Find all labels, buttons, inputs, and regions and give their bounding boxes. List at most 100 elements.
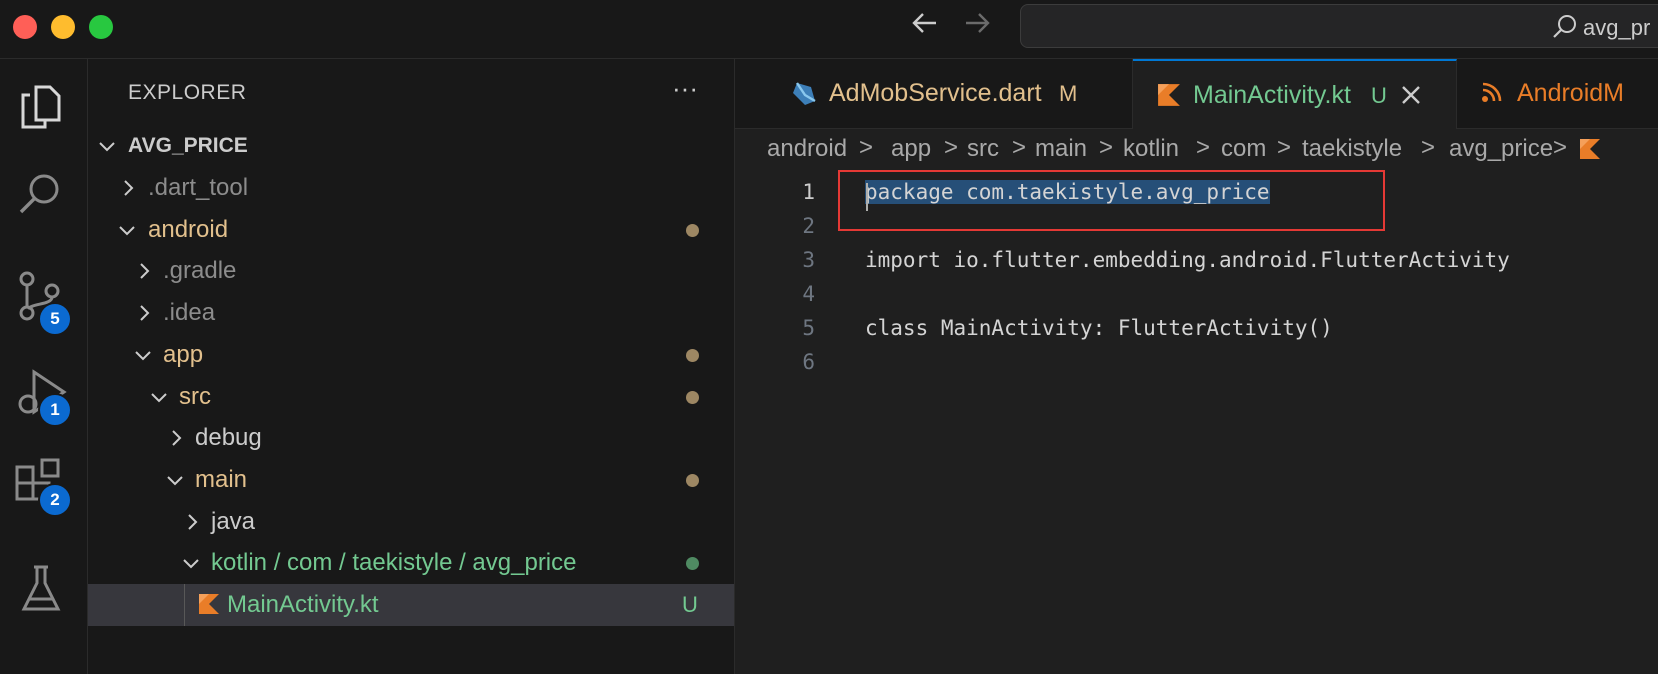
search-icon[interactable] bbox=[14, 169, 68, 223]
tree-item-android[interactable]: android bbox=[88, 209, 734, 251]
tree-item-mainactivity[interactable]: MainActivity.kt U bbox=[88, 584, 734, 626]
tree-item-label: android bbox=[148, 216, 229, 243]
tab-androidmanifest[interactable]: AndroidM bbox=[1457, 59, 1658, 129]
kotlin-icon bbox=[1157, 83, 1183, 109]
breadcrumb-separator: > bbox=[1012, 134, 1027, 161]
code-line[interactable]: 5 class MainActivity: FlutterActivity() bbox=[735, 312, 1658, 348]
root-folder-label: AVG_PRICE bbox=[128, 134, 248, 157]
annotation-highlight-box bbox=[838, 170, 1385, 231]
arrow-right-icon[interactable] bbox=[962, 8, 992, 48]
code-line[interactable]: 6 bbox=[735, 346, 1658, 382]
code-line[interactable]: 3 import io.flutter.embedding.android.Fl… bbox=[735, 244, 1658, 280]
untracked-status: U bbox=[682, 592, 698, 617]
breadcrumb-separator: > bbox=[1421, 134, 1436, 161]
tab-status: M bbox=[1059, 81, 1078, 106]
breadcrumb-item[interactable]: main bbox=[1035, 135, 1087, 163]
line-number: 4 bbox=[802, 282, 815, 306]
modified-dot bbox=[686, 349, 699, 362]
tree-item-label: MainActivity.kt bbox=[227, 591, 379, 618]
chevron-down-icon bbox=[180, 552, 202, 574]
title-bar: avg_pr bbox=[0, 0, 1658, 59]
tree-item-main[interactable]: main bbox=[88, 459, 734, 501]
tree-item-app[interactable]: app bbox=[88, 334, 734, 376]
tab-label: AdMobService.dart bbox=[829, 79, 1042, 107]
line-number: 5 bbox=[802, 316, 815, 340]
line-number: 1 bbox=[802, 180, 815, 204]
tree-item-src[interactable]: src bbox=[88, 376, 734, 418]
text-cursor bbox=[866, 183, 868, 211]
breadcrumb-separator: > bbox=[859, 134, 874, 161]
extensions-badge: 2 bbox=[38, 483, 72, 517]
tab-label: MainActivity.kt bbox=[1193, 81, 1351, 109]
chevron-down-icon bbox=[96, 135, 118, 157]
modified-dot bbox=[686, 391, 699, 404]
tab-status: U bbox=[1371, 83, 1387, 108]
breadcrumb-separator: > bbox=[1099, 134, 1114, 161]
tree-item-label: .idea bbox=[163, 299, 216, 326]
chevron-right-icon bbox=[134, 302, 156, 324]
breadcrumb-item[interactable]: src bbox=[967, 135, 999, 163]
line-number: 2 bbox=[802, 214, 815, 238]
tab-mainactivity[interactable]: MainActivity.kt U bbox=[1133, 59, 1457, 129]
explorer-sidebar: EXPLORER ··· AVG_PRICE .dart_tool androi… bbox=[88, 59, 735, 674]
root-folder[interactable]: AVG_PRICE bbox=[88, 125, 734, 167]
tab-admobservice[interactable]: AdMobService.dart M bbox=[763, 59, 1133, 129]
breadcrumb-item[interactable]: kotlin bbox=[1123, 135, 1179, 163]
breadcrumb-separator: > bbox=[1196, 134, 1211, 161]
code-line[interactable]: 4 bbox=[735, 278, 1658, 314]
explorer-header: EXPLORER bbox=[128, 81, 247, 104]
tree-item-label: debug bbox=[195, 424, 262, 451]
breadcrumb-item[interactable]: com bbox=[1221, 135, 1266, 163]
chevron-down-icon bbox=[116, 219, 138, 241]
maximize-window-button[interactable] bbox=[89, 15, 113, 39]
kotlin-icon bbox=[1579, 138, 1601, 167]
tree-item-label: app bbox=[163, 341, 204, 368]
activity-bar: 5 1 2 bbox=[0, 59, 88, 674]
breadcrumb-item[interactable]: taekistyle bbox=[1302, 135, 1402, 163]
close-window-button[interactable] bbox=[13, 15, 37, 39]
beaker-icon[interactable] bbox=[14, 563, 68, 617]
command-center[interactable]: avg_pr bbox=[1020, 4, 1658, 48]
line-number: 3 bbox=[802, 248, 815, 272]
editor-area: AdMobService.dart M MainActivity.kt U An… bbox=[735, 59, 1658, 674]
code-text[interactable]: import io.flutter.embedding.android.Flut… bbox=[865, 248, 1510, 272]
breadcrumb-separator: > bbox=[1553, 134, 1568, 161]
breadcrumb-item[interactable]: avg_price bbox=[1449, 135, 1553, 163]
tree-item-java[interactable]: java bbox=[88, 501, 734, 543]
dart-icon bbox=[791, 81, 817, 107]
line-number: 6 bbox=[802, 350, 815, 374]
ellipsis-icon[interactable]: ··· bbox=[672, 73, 698, 104]
tree-item-idea[interactable]: .idea bbox=[88, 292, 734, 334]
indent-guide bbox=[184, 584, 185, 626]
chevron-down-icon bbox=[148, 386, 170, 408]
chevron-right-icon bbox=[182, 511, 204, 533]
tree-item-label: kotlin / com / taekistyle / avg_price bbox=[211, 549, 577, 576]
close-icon[interactable] bbox=[1399, 77, 1423, 115]
tree-item-label: src bbox=[179, 383, 211, 410]
modified-dot bbox=[686, 224, 699, 237]
tree-item-label: main bbox=[195, 466, 248, 493]
breadcrumb-separator: > bbox=[944, 134, 959, 161]
tree-item-debug[interactable]: debug bbox=[88, 417, 734, 459]
chevron-right-icon bbox=[166, 427, 188, 449]
tree-item-label: .gradle bbox=[163, 257, 237, 284]
arrow-left-icon[interactable] bbox=[910, 8, 940, 48]
tree-item-kotlin[interactable]: kotlin / com / taekistyle / avg_price bbox=[88, 542, 734, 584]
breadcrumb-item[interactable]: app bbox=[891, 135, 931, 163]
tree-item-dart-tool[interactable]: .dart_tool bbox=[88, 167, 734, 209]
files-icon[interactable] bbox=[14, 79, 68, 133]
kotlin-icon bbox=[198, 593, 220, 615]
minimize-window-button[interactable] bbox=[51, 15, 75, 39]
chevron-right-icon bbox=[118, 177, 140, 199]
tree-item-gradle[interactable]: .gradle bbox=[88, 250, 734, 292]
source-control-badge: 5 bbox=[38, 302, 72, 336]
modified-dot bbox=[686, 474, 699, 487]
tree-item-label: .dart_tool bbox=[148, 174, 249, 201]
breadcrumb-separator: > bbox=[1277, 134, 1292, 161]
untracked-dot bbox=[686, 557, 699, 570]
rss-icon bbox=[1481, 81, 1507, 107]
command-center-text: avg_pr bbox=[1583, 15, 1651, 40]
code-text[interactable]: class MainActivity: FlutterActivity() bbox=[865, 316, 1333, 340]
breadcrumb-item[interactable]: android bbox=[767, 135, 847, 163]
tab-bar: AdMobService.dart M MainActivity.kt U An… bbox=[735, 59, 1658, 129]
